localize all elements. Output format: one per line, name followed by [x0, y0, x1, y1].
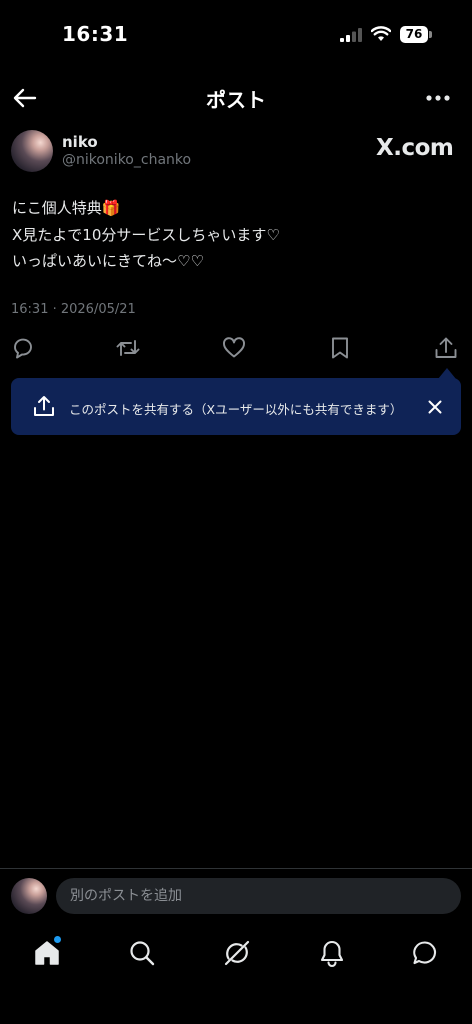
author-name[interactable]: niko [62, 133, 98, 151]
home-notification-dot [54, 936, 61, 943]
page-title: ポスト [206, 88, 266, 112]
xcom-logo: X.com [376, 135, 454, 161]
like-icon [223, 337, 245, 358]
post-timestamp: 16:31 · 2026/05/21 [11, 302, 136, 317]
post-text-line-2: X見たよで10分サービスしちゃいます♡ [12, 226, 280, 244]
share-button[interactable] [433, 335, 459, 361]
more-dots-icon [426, 95, 450, 101]
reply-input[interactable] [56, 878, 461, 914]
composer-avatar [11, 878, 47, 914]
search-icon [130, 941, 155, 966]
reply-button[interactable] [10, 335, 36, 361]
bell-icon [320, 940, 344, 968]
status-time: 16:31 [62, 22, 129, 46]
like-button[interactable] [221, 335, 247, 361]
tooltip-close-button[interactable] [425, 397, 445, 417]
tab-grok[interactable] [222, 938, 252, 968]
battery-indicator: 76 [400, 26, 428, 43]
grok-icon [224, 940, 250, 966]
reply-icon [14, 338, 32, 359]
bookmark-icon [332, 337, 348, 359]
more-options-button[interactable] [422, 86, 454, 110]
share-icon [435, 337, 457, 358]
tab-search[interactable] [127, 938, 157, 968]
wifi-icon [371, 26, 391, 42]
share-icon [32, 394, 56, 418]
close-icon [428, 400, 442, 414]
bookmark-button[interactable] [327, 335, 353, 361]
post-text-line-1: にこ個人特典🎁 [12, 199, 121, 217]
signal-icon [340, 28, 364, 42]
author-handle[interactable]: @nikoniko_chanko [62, 152, 191, 168]
tab-notifications[interactable] [317, 938, 347, 968]
post-text-line-3: いっぱいあいにきてね〜♡♡ [12, 252, 204, 270]
share-tooltip-text: このポストを共有する（Xユーザー以外にも共有できます） [69, 402, 403, 417]
composer-divider [0, 868, 472, 869]
repost-icon [116, 340, 140, 356]
battery-tip [429, 31, 432, 38]
author-avatar[interactable] [11, 130, 53, 172]
chat-bubble-icon [413, 941, 437, 965]
repost-button[interactable] [115, 335, 141, 361]
tab-messages[interactable] [410, 938, 440, 968]
